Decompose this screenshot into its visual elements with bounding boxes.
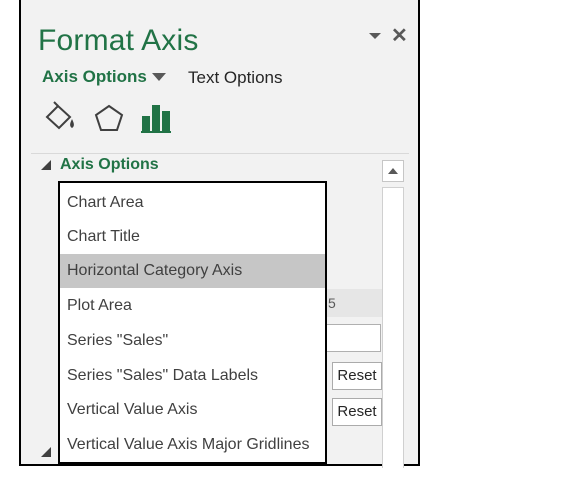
tab-axis-options[interactable]: Axis Options bbox=[42, 67, 147, 87]
scrollbar-track[interactable] bbox=[382, 187, 404, 468]
dropdown-item-series-sales-data-labels[interactable]: Series "Sales" Data Labels bbox=[60, 359, 325, 393]
bar-chart-icon[interactable] bbox=[139, 100, 175, 136]
dropdown-item-chart-area[interactable]: Chart Area bbox=[60, 186, 325, 220]
axis-option-value: 5 bbox=[328, 295, 336, 311]
effects-pentagon-icon[interactable] bbox=[91, 100, 127, 136]
dropdown-item-vertical-value-axis[interactable]: Vertical Value Axis bbox=[60, 393, 325, 427]
collapse-triangle-icon[interactable] bbox=[41, 160, 51, 170]
fill-line-icon[interactable] bbox=[41, 100, 77, 136]
collapse-triangle-icon[interactable] bbox=[41, 447, 51, 457]
reset-button[interactable]: Reset bbox=[332, 362, 382, 390]
chart-elements-dropdown: Chart Area Chart Title Horizontal Catego… bbox=[58, 181, 327, 464]
close-icon[interactable]: ✕ bbox=[391, 26, 408, 46]
axis-option-input[interactable] bbox=[324, 324, 381, 352]
reset-button[interactable]: Reset bbox=[332, 398, 382, 426]
chevron-down-icon[interactable] bbox=[152, 73, 166, 81]
dropdown-item-series-sales[interactable]: Series "Sales" bbox=[60, 324, 325, 358]
tab-text-options[interactable]: Text Options bbox=[188, 68, 283, 88]
dropdown-item-plot-area[interactable]: Plot Area bbox=[60, 289, 325, 323]
divider bbox=[31, 153, 409, 154]
scroll-up-button[interactable] bbox=[382, 160, 404, 182]
pane-title: Format Axis bbox=[38, 24, 199, 57]
section-title-axis-options[interactable]: Axis Options bbox=[60, 156, 159, 174]
dropdown-item-vertical-value-axis-major-gridlines[interactable]: Vertical Value Axis Major Gridlines bbox=[60, 428, 325, 462]
pane-options-dropdown-icon[interactable] bbox=[369, 33, 381, 39]
dropdown-item-chart-title[interactable]: Chart Title bbox=[60, 220, 325, 254]
dropdown-item-horizontal-category-axis[interactable]: Horizontal Category Axis bbox=[60, 254, 325, 288]
